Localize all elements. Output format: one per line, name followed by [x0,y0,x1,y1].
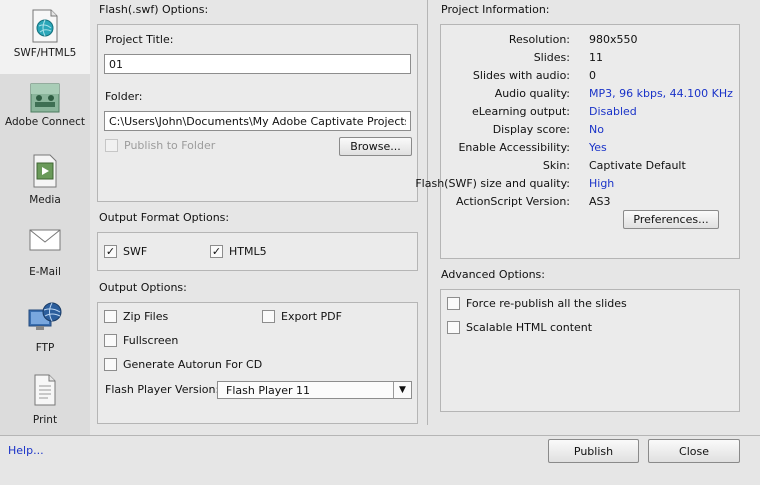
flash-size-quality-link[interactable]: High [589,177,614,190]
swf-html5-icon [32,9,58,43]
generate-autorun-checkbox[interactable]: Generate Autorun For CD [104,358,262,371]
checkbox-box: ✓ [210,245,223,258]
info-key: Flash(SWF) size and quality: [415,177,570,190]
scalable-html-label: Scalable HTML content [466,321,593,334]
info-value: Captivate Default [589,159,686,172]
output-options-title: Output Options: [99,281,187,294]
info-value: AS3 [589,195,611,208]
generate-autorun-label: Generate Autorun For CD [123,358,263,371]
sidebar-item-label: SWF/HTML5 [13,47,77,59]
elearning-output-link[interactable]: Disabled [589,105,637,118]
fullscreen-checkbox[interactable]: Fullscreen [104,334,178,347]
sidebar-item-email[interactable]: E-Mail [0,226,90,284]
sidebar-item-adobe-connect[interactable]: Adobe Connect [0,80,90,132]
info-row-elearning-output: eLearning output: Disabled [441,105,741,123]
checkbox-box [447,297,460,310]
checkbox-box: ✓ [104,245,117,258]
email-icon [29,229,61,251]
project-info-title: Project Information: [441,3,550,16]
ftp-icon [28,302,62,330]
info-row-skin: Skin: Captivate Default [441,159,741,177]
info-value: 0 [589,69,596,82]
info-key: Skin: [542,159,570,172]
info-row-audio-quality: Audio quality: MP3, 96 kbps, 44.100 KHz [441,87,741,105]
publish-to-folder-label: Publish to Folder [124,139,216,152]
footer-divider [0,435,760,436]
fullscreen-label: Fullscreen [123,334,179,347]
audio-quality-link[interactable]: MP3, 96 kbps, 44.100 KHz [589,87,733,100]
info-row-display-score: Display score: No [441,123,741,141]
publish-to-folder-checkbox[interactable]: Publish to Folder [105,139,215,152]
checkbox-box [104,358,117,371]
sidebar-item-ftp[interactable]: FTP [0,302,90,358]
info-row-flash-size-quality: Flash(SWF) size and quality: High [415,177,741,195]
html5-checkbox[interactable]: ✓ HTML5 [210,245,267,258]
enable-accessibility-link[interactable]: Yes [589,141,607,154]
flash-options-title: Flash(.swf) Options: [99,3,209,16]
info-row-slides: Slides: 11 [441,51,741,69]
flash-player-version-label: Flash Player Version: [105,383,220,396]
browse-button[interactable]: Browse... [339,137,412,156]
folder-input[interactable] [104,111,411,131]
preferences-button[interactable]: Preferences... [623,210,719,229]
sidebar-item-label: FTP [35,342,55,354]
scalable-html-checkbox[interactable]: Scalable HTML content [447,321,592,334]
project-title-input[interactable] [104,54,411,74]
sidebar-item-swf-html5[interactable]: SWF/HTML5 [0,0,90,74]
dropdown-arrow-icon: ▼ [393,382,411,398]
help-link[interactable]: Help... [8,444,44,457]
info-key: Display score: [492,123,570,136]
sidebar-item-label: Media [29,194,61,206]
info-key: ActionScript Version: [455,195,570,208]
export-pdf-checkbox[interactable]: Export PDF [262,310,342,323]
zip-files-label: Zip Files [123,310,169,323]
print-icon [34,374,56,406]
swf-label: SWF [123,245,148,258]
export-pdf-label: Export PDF [281,310,342,323]
swf-checkbox[interactable]: ✓ SWF [104,245,147,258]
adobe-connect-icon [30,83,60,113]
checkbox-box [447,321,460,334]
checkbox-box [104,310,117,323]
flash-player-version-select[interactable]: Flash Player 11 ▼ [217,381,412,399]
flash-player-version-value: Flash Player 11 [226,384,311,397]
info-row-enable-accessibility: Enable Accessibility: Yes [441,141,741,159]
sidebar-item-label: Adobe Connect [5,116,85,128]
info-key: Audio quality: [494,87,570,100]
sidebar-item-label: E-Mail [29,266,61,278]
checkbox-box [262,310,275,323]
folder-label: Folder: [105,90,143,103]
info-key: eLearning output: [471,105,570,118]
sidebar-item-media[interactable]: Media [0,152,90,210]
sidebar-item-print[interactable]: Print [0,372,90,428]
info-key: Slides: [533,51,570,64]
info-row-resolution: Resolution: 980x550 [441,33,741,51]
html5-label: HTML5 [229,245,267,258]
force-republish-label: Force re-publish all the slides [466,297,627,310]
info-value: 11 [589,51,603,64]
info-row-slides-with-audio: Slides with audio: 0 [441,69,741,87]
checkbox-box [105,139,118,152]
vertical-divider [427,0,428,425]
output-format-title: Output Format Options: [99,211,230,224]
media-icon [33,154,57,188]
zip-files-checkbox[interactable]: Zip Files [104,310,168,323]
project-title-label: Project Title: [105,33,174,46]
publish-button[interactable]: Publish [548,439,639,463]
force-republish-checkbox[interactable]: Force re-publish all the slides [447,297,627,310]
info-key: Resolution: [508,33,570,46]
sidebar: SWF/HTML5 Adobe Connect Media E-Mail FTP… [0,0,90,435]
info-key: Slides with audio: [472,69,570,82]
display-score-link[interactable]: No [589,123,604,136]
advanced-options-title: Advanced Options: [441,268,545,281]
info-key: Enable Accessibility: [458,141,570,154]
checkbox-box [104,334,117,347]
sidebar-item-label: Print [32,414,58,426]
info-value: 980x550 [589,33,638,46]
close-button[interactable]: Close [648,439,740,463]
